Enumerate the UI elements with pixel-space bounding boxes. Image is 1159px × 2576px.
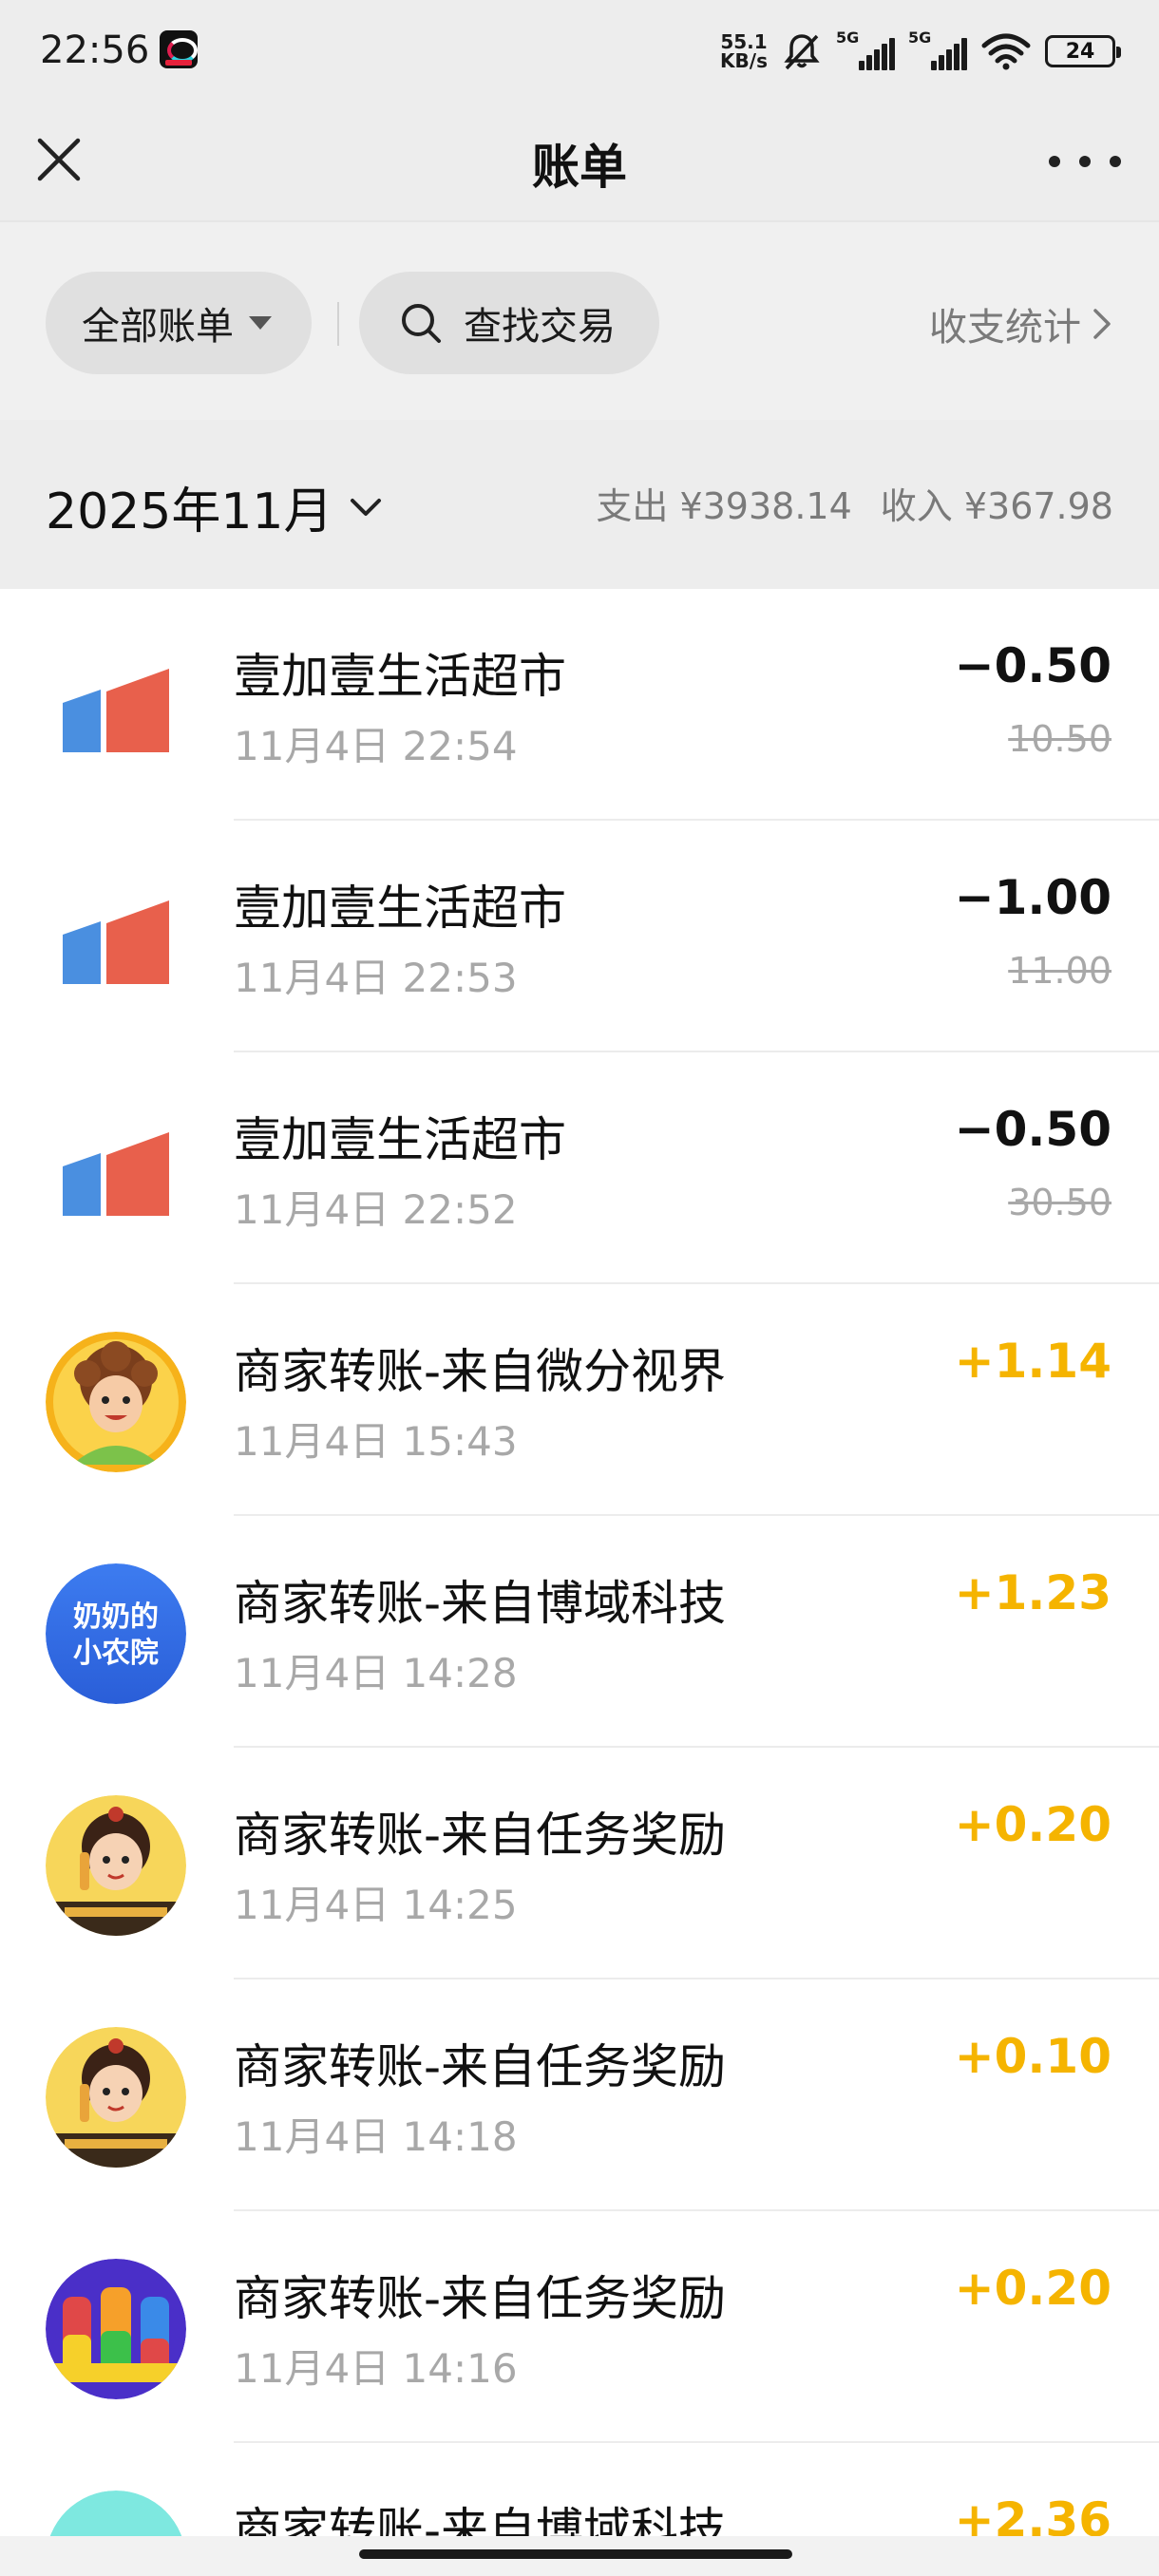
mute-icon	[784, 34, 820, 70]
transaction-amount: +0.20	[954, 2261, 1112, 2316]
search-label: 查找交易	[464, 305, 616, 349]
network-speed: 55.1 KB/s	[720, 32, 768, 70]
month-totals: 支出 ¥3938.14 收入 ¥367.98	[596, 477, 1113, 529]
divider	[337, 302, 339, 346]
filter-bar: 全部账单 查找交易 收支统计	[0, 220, 1159, 420]
transaction-row[interactable]: 商家转账-来自任务奖励 11月4日 14:25 +0.20	[0, 1748, 1159, 1979]
partial-avatar-icon	[49, 2491, 182, 2536]
avatar-text-line1: 奶奶的	[73, 1601, 159, 1634]
cartoon-girl-avatar-icon	[46, 2027, 186, 2168]
search-icon	[402, 304, 441, 343]
avatar-text-line2: 小农院	[73, 1637, 159, 1670]
month-header: 2025年11月 支出 ¥3938.14 收入 ¥367.98	[0, 420, 1159, 589]
transaction-time: 11月4日 22:53	[234, 955, 518, 1001]
transaction-row[interactable]: 奶奶的 小农院 商家转账-来自博域科技 11月4日 14:28 +1.23	[0, 1516, 1159, 1748]
transaction-name: 壹加壹生活超市	[234, 881, 566, 936]
transaction-row[interactable]: 商家转账-来自微分视界 11月4日 15:43 +1.14	[0, 1284, 1159, 1516]
transaction-list: 壹加壹生活超市 11月4日 22:54 −0.50 10.50 壹加壹生活超市 …	[0, 589, 1159, 2536]
network-speed-unit: KB/s	[720, 49, 768, 72]
transaction-amount: −0.50	[954, 1102, 1112, 1157]
status-time: 22:56	[40, 28, 150, 72]
transaction-name: 商家转账-来自任务奖励	[234, 1808, 727, 1863]
cartoon-woman-avatar-icon	[46, 1332, 186, 1472]
transaction-row[interactable]: 商家转账-来自博域科技 +2.36	[0, 2443, 1159, 2536]
transaction-amount: −1.00	[954, 870, 1112, 925]
chevron-down-icon	[350, 498, 381, 516]
cartoon-girl-avatar-icon	[46, 1795, 186, 1936]
transaction-amount: +0.10	[954, 2029, 1112, 2084]
expense-total: 支出 ¥3938.14	[596, 485, 852, 527]
signal-2-icon: 5G	[908, 28, 967, 70]
all-bills-dropdown[interactable]: 全部账单	[46, 272, 312, 374]
transaction-amount: +1.14	[954, 1334, 1112, 1389]
transaction-time: 11月4日 14:18	[234, 2113, 518, 2160]
month-label: 2025年11月	[46, 483, 333, 540]
transaction-row[interactable]: 壹加壹生活超市 11月4日 22:54 −0.50 10.50	[0, 589, 1159, 821]
original-amount: 11.00	[1008, 950, 1112, 992]
transaction-name: 商家转账-来自博域科技	[234, 2503, 727, 2536]
sim1-label: 5G	[836, 28, 860, 47]
gesture-navigation-bar[interactable]	[0, 2536, 1159, 2576]
transaction-name: 壹加壹生活超市	[234, 1112, 566, 1167]
original-amount: 10.50	[1008, 718, 1112, 760]
transaction-amount: +2.36	[954, 2492, 1112, 2536]
caret-down-icon	[249, 316, 272, 330]
wifi-icon	[981, 33, 1031, 70]
transaction-name: 商家转账-来自微分视界	[234, 1344, 727, 1399]
transaction-amount: +0.20	[954, 1797, 1112, 1852]
all-bills-label: 全部账单	[82, 305, 234, 349]
merchant-logo-icon	[46, 868, 186, 1009]
stats-label: 收支统计	[929, 306, 1081, 350]
status-bar: 22:56 55.1 KB/s 5G 5G 24	[0, 0, 1159, 104]
transaction-time: 11月4日 14:25	[234, 1882, 518, 1928]
battery-icon: 24	[1045, 35, 1121, 67]
nav-bar: 账单	[0, 104, 1159, 220]
chevron-right-icon	[1093, 309, 1111, 339]
transaction-row[interactable]: 壹加壹生活超市 11月4日 22:53 −1.00 11.00	[0, 821, 1159, 1052]
status-icons: 55.1 KB/s 5G 5G 24	[720, 27, 1121, 76]
more-icon[interactable]	[1049, 133, 1121, 190]
tiktok-notification-icon	[160, 30, 198, 68]
farm-badge-avatar: 奶奶的 小农院	[46, 1563, 186, 1704]
transaction-time: 11月4日 22:52	[234, 1186, 518, 1233]
transaction-time: 11月4日 22:54	[234, 723, 518, 769]
transaction-time: 11月4日 14:16	[234, 2345, 518, 2392]
income-total: 收入 ¥367.98	[880, 485, 1113, 527]
transaction-name: 商家转账-来自博域科技	[234, 1576, 727, 1631]
search-transactions-button[interactable]: 查找交易	[359, 272, 659, 374]
transaction-row[interactable]: 商家转账-来自任务奖励 11月4日 14:16 +0.20	[0, 2211, 1159, 2443]
transaction-time: 11月4日 14:28	[234, 1650, 518, 1696]
transaction-amount: −0.50	[954, 638, 1112, 693]
transaction-row[interactable]: 壹加壹生活超市 11月4日 22:52 −0.50 30.50	[0, 1052, 1159, 1284]
month-selector[interactable]: 2025年11月	[46, 471, 383, 542]
transaction-name: 商家转账-来自任务奖励	[234, 2271, 727, 2326]
transaction-row[interactable]: 商家转账-来自任务奖励 11月4日 14:18 +0.10	[0, 1979, 1159, 2211]
transaction-name: 壹加壹生活超市	[234, 649, 566, 704]
transaction-amount: +1.23	[954, 1565, 1112, 1620]
bottles-avatar-icon	[46, 2259, 186, 2399]
income-expense-stats-link[interactable]: 收支统计	[929, 296, 1113, 351]
network-speed-value: 55.1	[720, 30, 768, 53]
sim2-label: 5G	[908, 28, 932, 47]
merchant-logo-icon	[46, 636, 186, 777]
page-title: 账单	[532, 140, 627, 195]
merchant-logo-icon	[46, 1100, 186, 1241]
transaction-name: 商家转账-来自任务奖励	[234, 2039, 727, 2094]
transaction-time: 11月4日 15:43	[234, 1418, 518, 1465]
original-amount: 30.50	[1008, 1182, 1112, 1223]
signal-1-icon: 5G	[836, 28, 895, 70]
